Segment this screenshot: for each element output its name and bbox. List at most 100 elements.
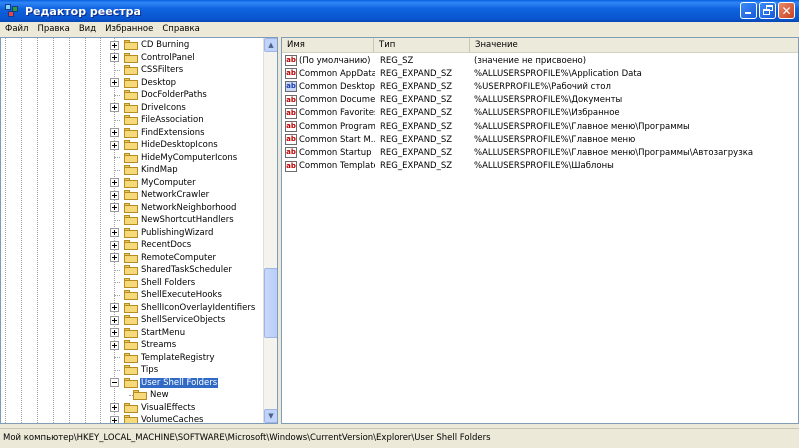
title-bar[interactable]: Редактор реестра ✕	[0, 0, 799, 22]
scroll-up-button[interactable]: ▲	[264, 38, 277, 52]
tree-scrollbar[interactable]: ▲ ▼	[263, 38, 277, 423]
tree-item[interactable]: FileAssociation	[110, 114, 205, 126]
tree-item[interactable]: RemoteComputer	[110, 252, 217, 264]
tree-item-label[interactable]: ShellServiceObjects	[140, 315, 226, 325]
tree-item-label[interactable]: StartMenu	[140, 328, 186, 338]
registry-values-pane[interactable]: Имя Тип Значение ab (По умолчанию) REG_SZ(…	[281, 37, 799, 424]
registry-tree-pane[interactable]: CD Burning ControlPanel CSSFilters Desktop D…	[0, 37, 278, 424]
column-header-type[interactable]: Тип	[374, 38, 470, 53]
tree-item[interactable]: HideMyComputerIcons	[110, 152, 238, 164]
tree-item[interactable]: VolumeCaches	[110, 414, 204, 423]
expand-icon[interactable]	[110, 203, 119, 212]
expand-icon[interactable]	[110, 253, 119, 262]
tree-item-label[interactable]: SharedTaskScheduler	[140, 265, 233, 275]
tree-item-label[interactable]: PublishingWizard	[140, 228, 214, 238]
tree-item-label[interactable]: New	[149, 390, 170, 400]
value-name-cell[interactable]: ab Common Templates	[282, 160, 375, 172]
value-name-cell[interactable]: ab Common Desktop	[282, 81, 375, 93]
tree-item-label[interactable]: CSSFilters	[140, 65, 184, 75]
tree-item-label[interactable]: RemoteComputer	[140, 253, 217, 263]
expand-icon[interactable]	[110, 53, 119, 62]
tree-item[interactable]: CSSFilters	[110, 64, 184, 76]
expand-icon[interactable]	[110, 78, 119, 87]
tree-item-label[interactable]: ShellIconOverlayIdentifiers	[140, 303, 256, 313]
tree-item-label[interactable]: HideMyComputerIcons	[140, 153, 238, 163]
tree-item-label[interactable]: DriveIcons	[140, 103, 187, 113]
minimize-button[interactable]	[740, 2, 757, 19]
menu-favorites[interactable]: Избранное	[101, 24, 157, 34]
tree-item[interactable]: FindExtensions	[110, 127, 206, 139]
value-name-cell[interactable]: ab Common Favorites	[282, 107, 375, 119]
tree-item[interactable]: Tips	[110, 364, 159, 376]
tree-item[interactable]: Desktop	[110, 77, 177, 89]
expand-icon[interactable]	[110, 103, 119, 112]
tree-item[interactable]: TemplateRegistry	[110, 352, 216, 364]
tree-item[interactable]: DocFolderPaths	[110, 89, 208, 101]
tree-item[interactable]: NewShortcutHandlers	[110, 214, 235, 226]
value-row[interactable]: ab Common AppData REG_EXPAND_SZ %ALLUSERSPR…	[282, 67, 798, 80]
menu-edit[interactable]: Правка	[33, 24, 73, 34]
expand-icon[interactable]	[110, 340, 119, 350]
tree-item-label[interactable]: NetworkCrawler	[140, 190, 210, 200]
tree-item-label[interactable]: CD Burning	[140, 40, 190, 50]
restore-button[interactable]	[759, 2, 776, 19]
tree-item[interactable]: New	[125, 389, 170, 401]
tree-item-label[interactable]: VisualEffects	[140, 403, 196, 413]
tree-item[interactable]: DriveIcons	[110, 102, 187, 114]
expand-icon[interactable]	[110, 128, 119, 137]
tree-item-label[interactable]: User Shell Folders	[140, 377, 219, 388]
tree-item-label[interactable]: HideDesktopIcons	[140, 140, 219, 150]
value-name-cell[interactable]: ab Common Start M...	[282, 134, 375, 146]
expand-icon[interactable]	[110, 228, 119, 237]
tree-item[interactable]: VisualEffects	[110, 402, 196, 414]
value-row[interactable]: ab Common Programs REG_EXPAND_SZ %ALLUSERSP…	[282, 120, 798, 133]
tree-item[interactable]: NetworkNeighborhood	[110, 202, 237, 214]
value-row[interactable]: ab Common Startup REG_EXPAND_SZ %ALLUSERSPR…	[282, 146, 798, 159]
scroll-down-button[interactable]: ▼	[264, 409, 277, 423]
value-name-cell[interactable]: ab Common Startup	[282, 147, 375, 159]
tree-item-label[interactable]: FileAssociation	[140, 115, 205, 125]
column-header-name[interactable]: Имя	[282, 38, 374, 53]
regedit-app-icon[interactable]	[5, 4, 19, 18]
tree-item-label[interactable]: Tips	[140, 365, 159, 375]
value-row[interactable]: ab Common Start M... REG_EXPAND_SZ %ALLUSER…	[282, 133, 798, 146]
value-name-cell[interactable]: ab (По умолчанию)	[282, 55, 375, 66]
expand-icon[interactable]	[110, 140, 119, 150]
tree-item-label[interactable]: DocFolderPaths	[140, 90, 208, 100]
tree-item-label[interactable]: Streams	[140, 340, 177, 350]
tree-item-label[interactable]: Desktop	[140, 78, 177, 88]
expand-icon[interactable]	[110, 178, 119, 187]
tree-item-label[interactable]: FindExtensions	[140, 128, 206, 138]
value-row[interactable]: ab Common Docume... REG_EXPAND_SZ %ALLUSERS…	[282, 94, 798, 107]
tree-item[interactable]: RecentDocs	[110, 239, 192, 251]
tree-item-label[interactable]: MyComputer	[140, 178, 197, 188]
tree-item[interactable]: HideDesktopIcons	[110, 139, 219, 151]
tree-item-label[interactable]: NetworkNeighborhood	[140, 203, 237, 213]
tree-item[interactable]: ShellServiceObjects	[110, 314, 226, 326]
expand-icon[interactable]	[110, 240, 119, 250]
tree-item[interactable]: ControlPanel	[110, 52, 196, 64]
close-button[interactable]: ✕	[778, 2, 795, 19]
collapse-icon[interactable]	[110, 378, 119, 387]
value-row[interactable]: ab (По умолчанию) REG_SZ (значение не присв…	[282, 54, 798, 67]
column-header-data[interactable]: Значение	[470, 38, 798, 53]
value-row[interactable]: ab Common Templates REG_EXPAND_SZ %ALLUSERS…	[282, 160, 798, 173]
tree-item[interactable]: SharedTaskScheduler	[110, 264, 233, 276]
expand-icon[interactable]	[110, 403, 119, 412]
tree-item[interactable]: NetworkCrawler	[110, 189, 210, 201]
tree-item[interactable]: MyComputer	[110, 177, 197, 189]
tree-item-label[interactable]: VolumeCaches	[140, 415, 204, 423]
tree-item-label[interactable]: KindMap	[140, 165, 179, 175]
value-row[interactable]: ab Common Desktop REG_EXPAND_SZ %USERPROFIL…	[282, 80, 798, 93]
tree-item[interactable]: User Shell Folders	[110, 377, 219, 389]
tree-item-label[interactable]: RecentDocs	[140, 240, 192, 250]
tree-item-label[interactable]: NewShortcutHandlers	[140, 215, 235, 225]
tree-item[interactable]: ShellExecuteHooks	[110, 289, 223, 301]
tree-item[interactable]: Shell Folders	[110, 277, 196, 289]
menu-file[interactable]: Файл	[1, 24, 32, 34]
value-name-cell[interactable]: ab Common Programs	[282, 121, 375, 132]
expand-icon[interactable]	[110, 328, 119, 337]
menu-help[interactable]: Справка	[158, 24, 203, 34]
tree-item-label[interactable]: ControlPanel	[140, 53, 196, 63]
tree-item[interactable]: PublishingWizard	[110, 227, 214, 239]
